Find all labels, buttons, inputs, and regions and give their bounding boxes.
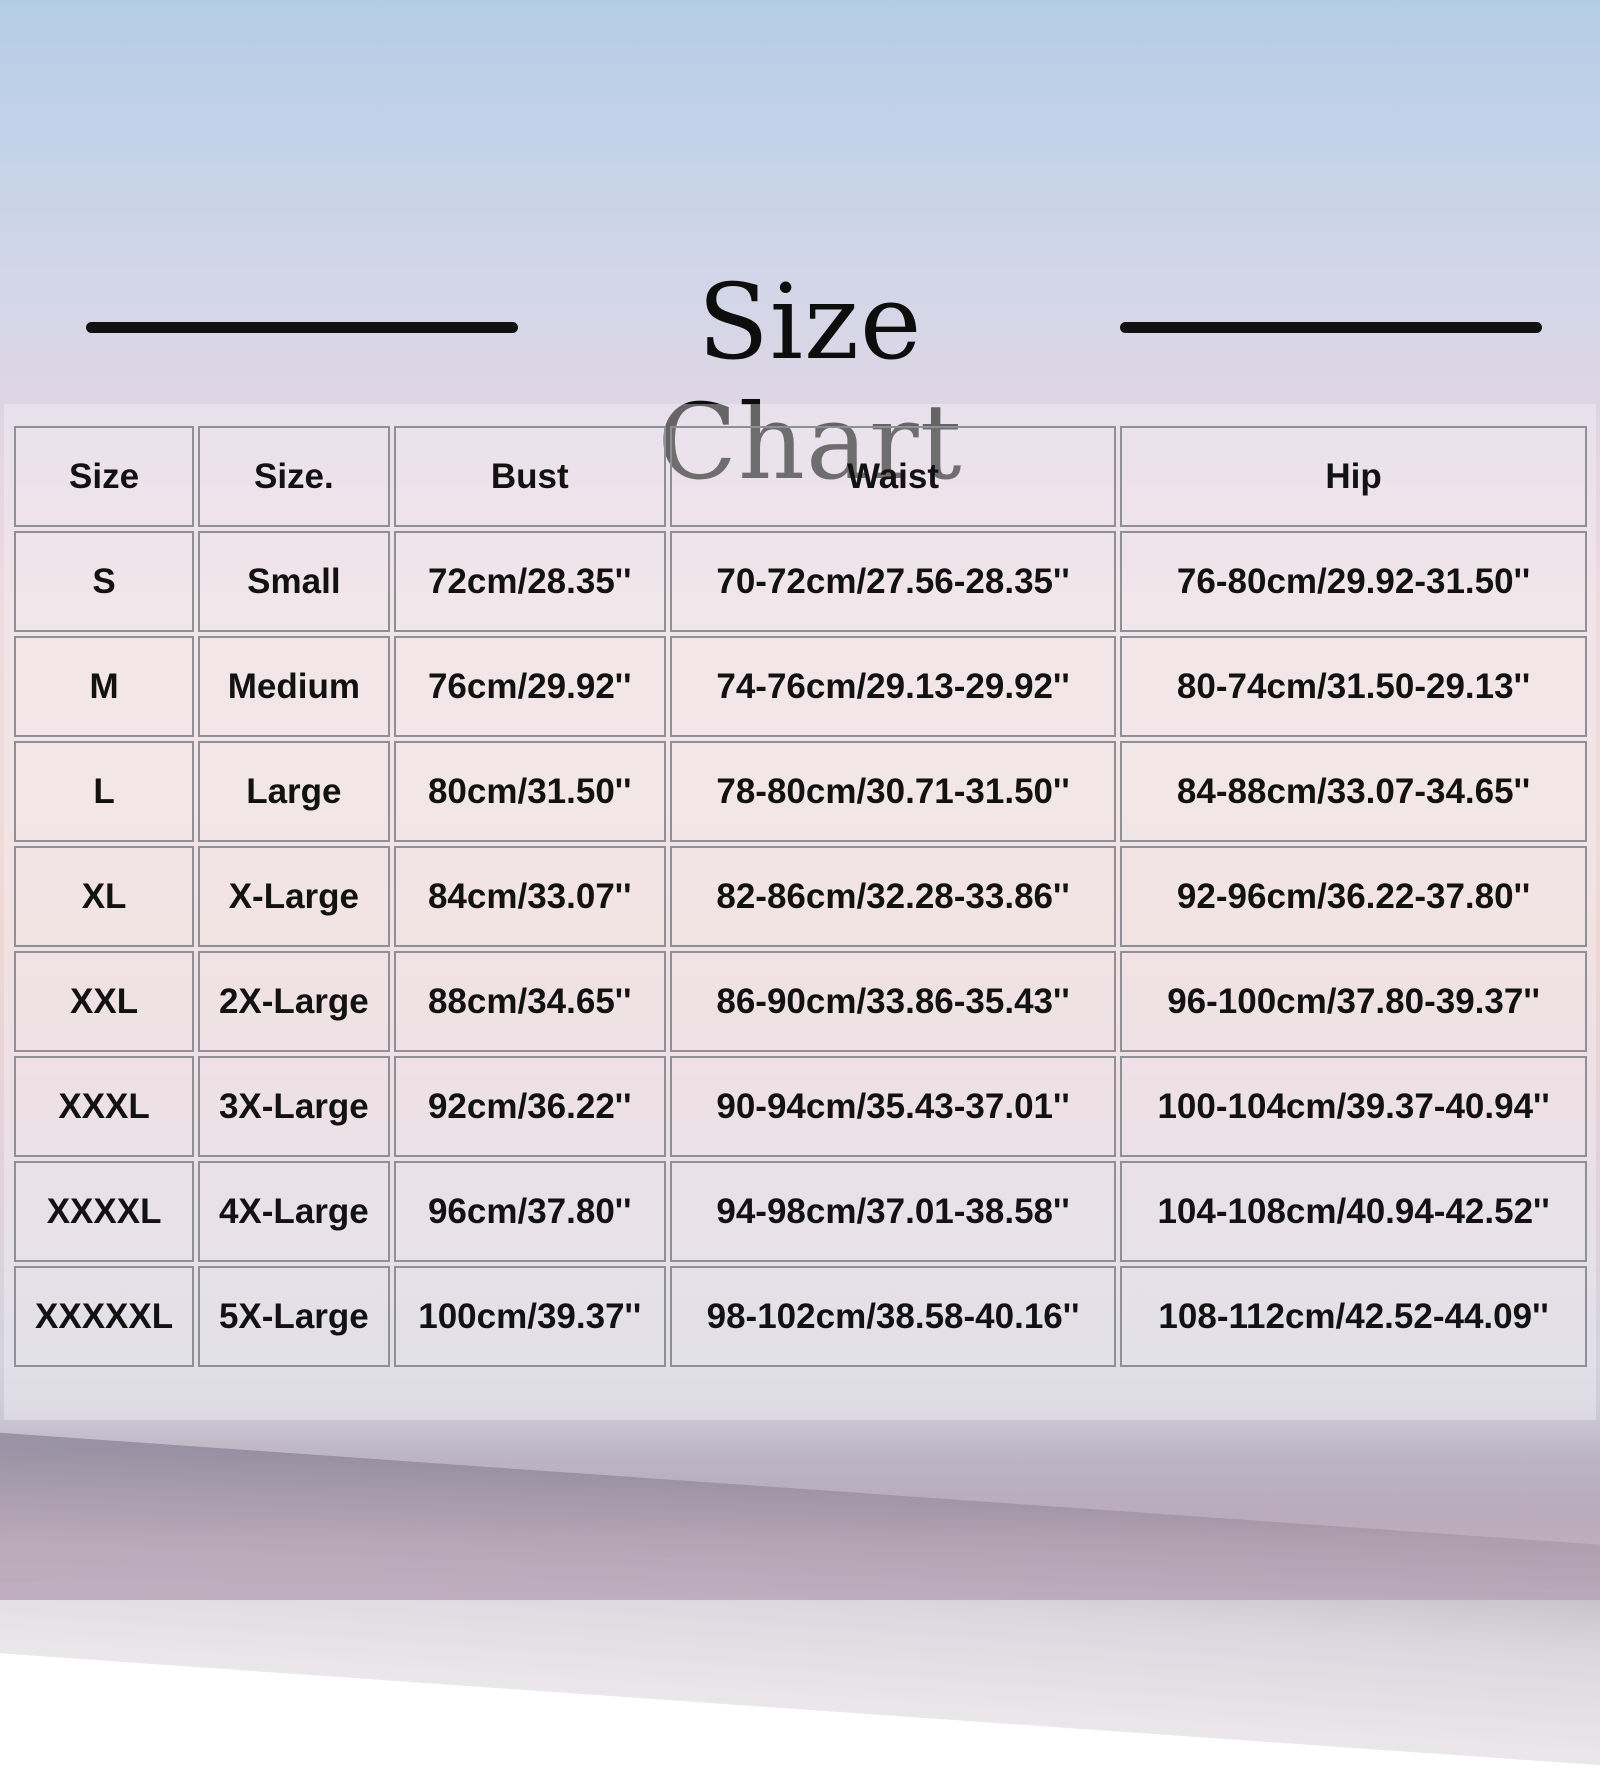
cell-waist: 74-76cm/29.13-29.92'' <box>669 636 1117 737</box>
cell-waist: 78-80cm/30.71-31.50'' <box>669 741 1117 842</box>
background-haze <box>0 1450 1600 1600</box>
cell-size: S <box>14 531 195 632</box>
cell-size-name: Medium <box>198 636 390 737</box>
cell-bust: 84cm/33.07'' <box>393 846 666 947</box>
title-rule-left <box>86 322 518 333</box>
cell-size: M <box>14 636 195 737</box>
header-size-name: Size. <box>198 426 390 527</box>
cell-bust: 96cm/37.80'' <box>393 1161 666 1262</box>
cell-hip: 76-80cm/29.92-31.50'' <box>1120 531 1587 632</box>
cell-bust: 100cm/39.37'' <box>393 1266 666 1367</box>
cell-size: XXL <box>14 951 195 1052</box>
table-row: XL X-Large 84cm/33.07'' 82-86cm/32.28-33… <box>14 846 1587 947</box>
cell-waist: 94-98cm/37.01-38.58'' <box>669 1161 1117 1262</box>
cell-size: XXXXXL <box>14 1266 195 1367</box>
size-table: Size Size. Bust Waist Hip S Small 72cm/2… <box>10 422 1591 1371</box>
cell-hip: 96-100cm/37.80-39.37'' <box>1120 951 1587 1052</box>
cell-hip: 100-104cm/39.37-40.94'' <box>1120 1056 1587 1157</box>
header-size: Size <box>14 426 195 527</box>
cell-size-name: 3X-Large <box>198 1056 390 1157</box>
table-row: L Large 80cm/31.50'' 78-80cm/30.71-31.50… <box>14 741 1587 842</box>
cell-size: XXXL <box>14 1056 195 1157</box>
header-hip: Hip <box>1120 426 1587 527</box>
header-bust: Bust <box>393 426 666 527</box>
cell-size-name: 5X-Large <box>198 1266 390 1367</box>
cell-waist: 90-94cm/35.43-37.01'' <box>669 1056 1117 1157</box>
cell-bust: 92cm/36.22'' <box>393 1056 666 1157</box>
cell-hip: 108-112cm/42.52-44.09'' <box>1120 1266 1587 1367</box>
cell-size-name: Small <box>198 531 390 632</box>
table-row: XXXXXL 5X-Large 100cm/39.37'' 98-102cm/3… <box>14 1266 1587 1367</box>
cell-waist: 98-102cm/38.58-40.16'' <box>669 1266 1117 1367</box>
table-row: S Small 72cm/28.35'' 70-72cm/27.56-28.35… <box>14 531 1587 632</box>
table-row: XXL 2X-Large 88cm/34.65'' 86-90cm/33.86-… <box>14 951 1587 1052</box>
cell-size-name: X-Large <box>198 846 390 947</box>
cell-bust: 88cm/34.65'' <box>393 951 666 1052</box>
cell-size: XXXXL <box>14 1161 195 1262</box>
cell-bust: 72cm/28.35'' <box>393 531 666 632</box>
table-row: XXXL 3X-Large 92cm/36.22'' 90-94cm/35.43… <box>14 1056 1587 1157</box>
cell-bust: 80cm/31.50'' <box>393 741 666 842</box>
cell-hip: 80-74cm/31.50-29.13'' <box>1120 636 1587 737</box>
cell-hip: 84-88cm/33.07-34.65'' <box>1120 741 1587 842</box>
cell-waist: 70-72cm/27.56-28.35'' <box>669 531 1117 632</box>
table-row: XXXXL 4X-Large 96cm/37.80'' 94-98cm/37.0… <box>14 1161 1587 1262</box>
cell-size: L <box>14 741 195 842</box>
title-rule-right <box>1120 322 1542 333</box>
cell-hip: 92-96cm/36.22-37.80'' <box>1120 846 1587 947</box>
cell-waist: 86-90cm/33.86-35.43'' <box>669 951 1117 1052</box>
cell-size-name: Large <box>198 741 390 842</box>
cell-size: XL <box>14 846 195 947</box>
cell-bust: 76cm/29.92'' <box>393 636 666 737</box>
cell-waist: 82-86cm/32.28-33.86'' <box>669 846 1117 947</box>
cell-size-name: 4X-Large <box>198 1161 390 1262</box>
table-header-row: Size Size. Bust Waist Hip <box>14 426 1587 527</box>
header-waist: Waist <box>669 426 1117 527</box>
cell-hip: 104-108cm/40.94-42.52'' <box>1120 1161 1587 1262</box>
table-row: M Medium 76cm/29.92'' 74-76cm/29.13-29.9… <box>14 636 1587 737</box>
cell-size-name: 2X-Large <box>198 951 390 1052</box>
